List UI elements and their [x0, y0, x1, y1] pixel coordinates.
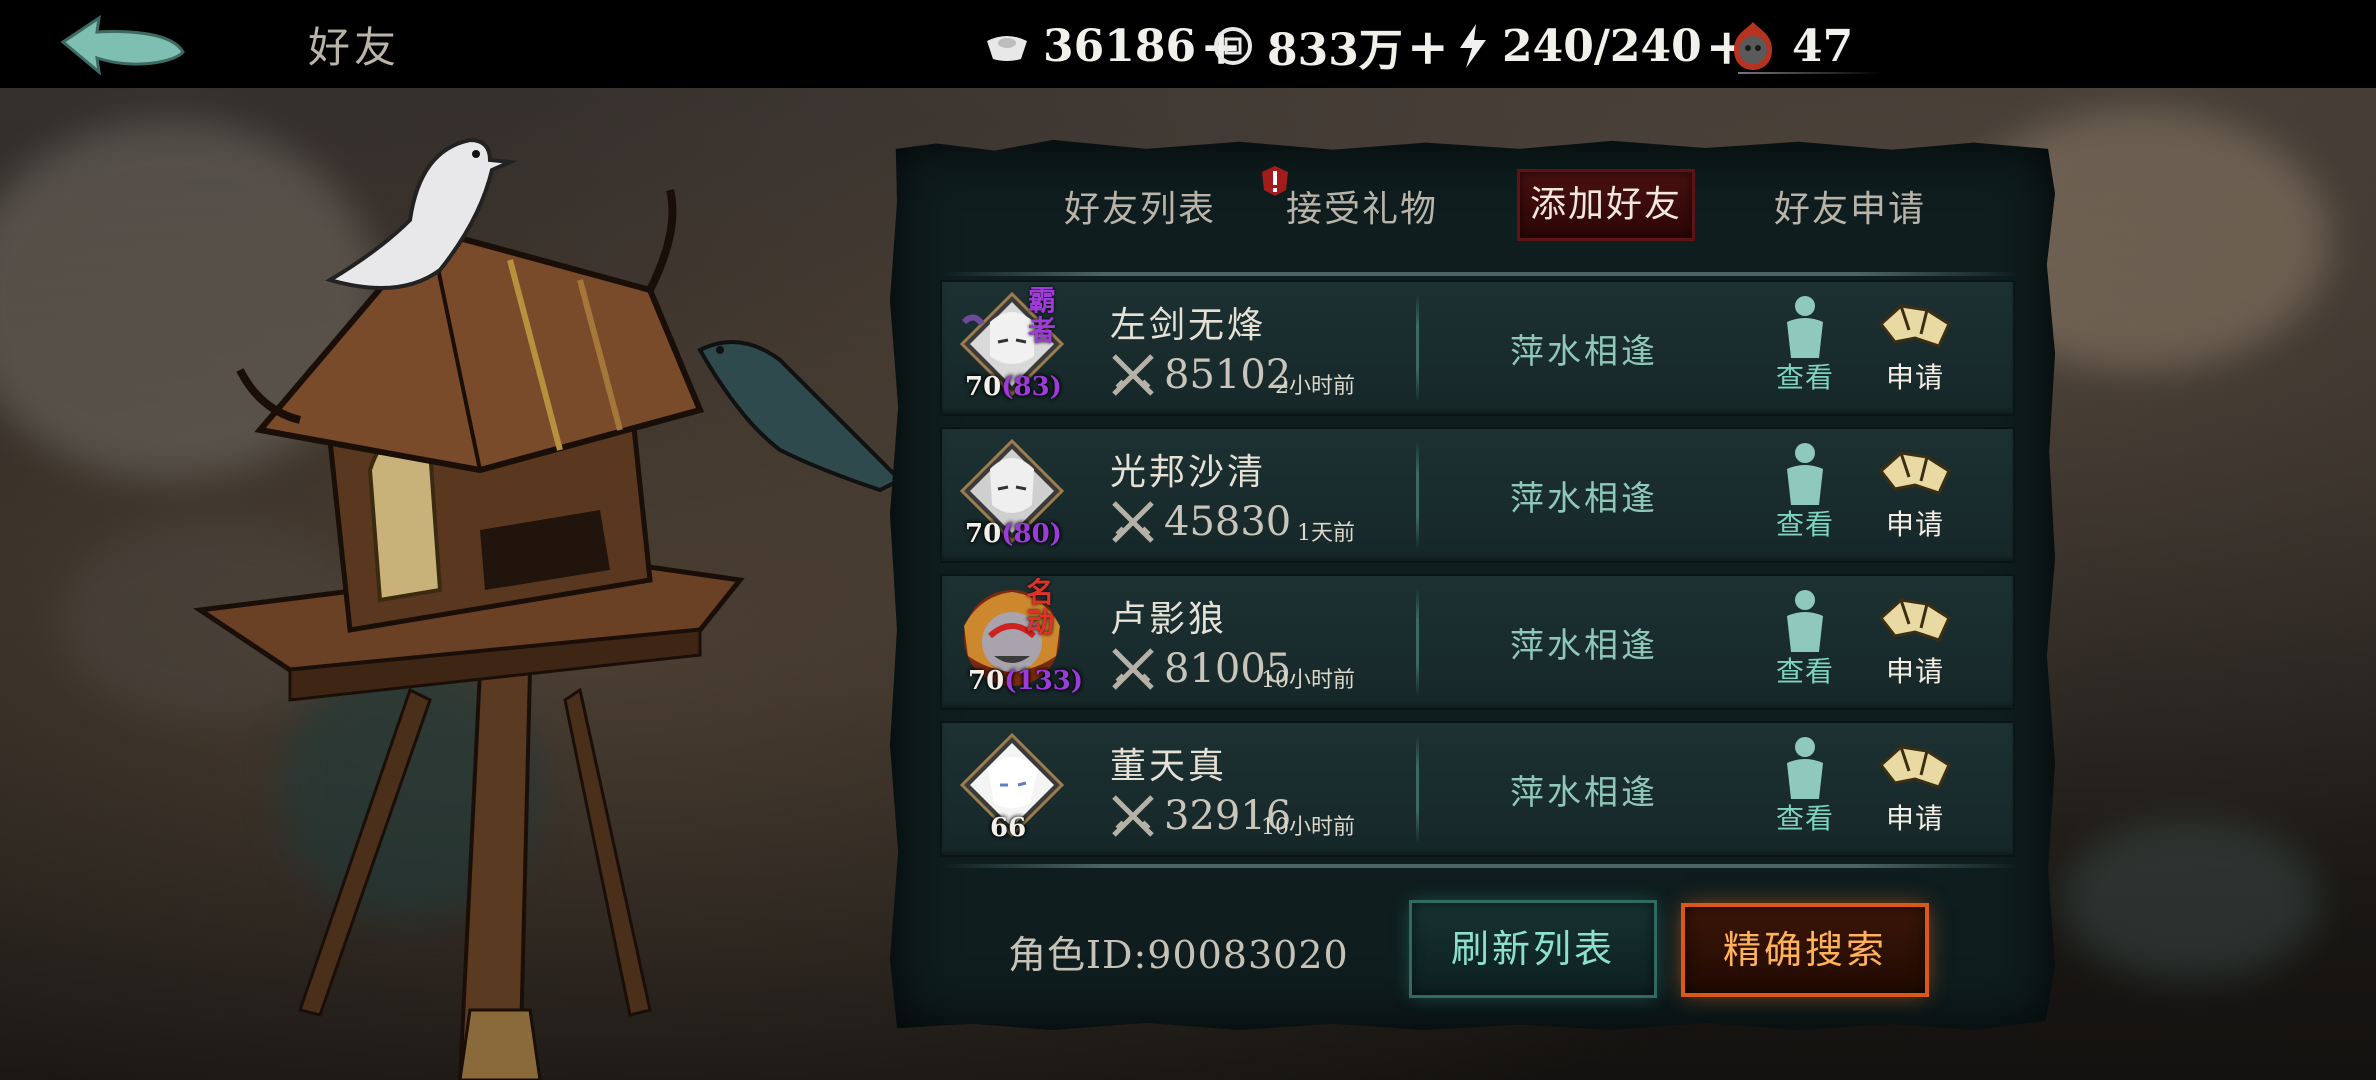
level-value: 70 [965, 372, 1002, 402]
refresh-list-button[interactable]: 刷新列表 [1412, 903, 1654, 995]
silver-ingot-icon [987, 36, 1027, 61]
list-item: 66 董天真 32916 10小时前 萍水相逢 查看 申请 [940, 721, 2015, 857]
stamina-amount: 240/240 [1502, 20, 1702, 72]
stamina-resource: 240/240 + [1458, 17, 1748, 76]
add-coin-button[interactable]: + [1407, 17, 1449, 76]
person-icon [1787, 737, 1823, 799]
token-resource: 47 [1728, 18, 1853, 74]
coin-amount: 833万 [1267, 25, 1403, 76]
last-online: 10小时前 [1261, 668, 1355, 693]
tab-friend-list[interactable]: 好友列表 [1040, 182, 1240, 238]
crossed-swords-icon [1112, 354, 1154, 396]
coin-resource: 833万 + [1213, 17, 1449, 76]
friend-name: 董天真 [1110, 746, 1228, 787]
level-extra: (83) [1001, 372, 1062, 402]
apply-button[interactable]: 申请 [1870, 441, 1960, 551]
apply-label: 申请 [1885, 802, 1944, 835]
handshake-icon [1878, 304, 1951, 348]
friend-name: 光邦沙清 [1110, 452, 1267, 493]
apply-button[interactable]: 申请 [1870, 588, 1960, 698]
divider [1738, 72, 1883, 74]
background-blur [2060, 820, 2320, 980]
handshake-icon [1878, 451, 1951, 495]
view-button[interactable]: 查看 [1760, 735, 1850, 845]
list-item: 名动 70(133) 卢影狼 81005 10小时前 萍水相逢 查看 申请 [940, 574, 2015, 710]
list-divider [940, 864, 2020, 868]
level-value: 66 [990, 813, 1027, 843]
level-value: 70 [968, 666, 1005, 696]
relation-status: 萍水相逢 [1510, 332, 1658, 372]
lightning-icon [1460, 24, 1486, 68]
tab-divider [940, 272, 2020, 276]
title-badge: 霸者 [1028, 284, 1057, 347]
crossed-swords-icon [1112, 648, 1154, 690]
level-label: 70(133) [968, 666, 1083, 696]
level-label: 70(80) [965, 519, 1075, 549]
apply-button[interactable]: 申请 [1870, 294, 1960, 404]
friend-name: 左剑无烽 [1110, 305, 1267, 346]
relation-status: 萍水相逢 [1510, 626, 1658, 666]
person-icon [1787, 443, 1823, 505]
divider [1416, 735, 1419, 843]
handshake-icon [1878, 598, 1951, 642]
birdhouse-illustration [193, 137, 900, 1080]
flame-mask-icon [1734, 22, 1772, 70]
divider [1416, 294, 1419, 402]
handshake-icon [1878, 745, 1951, 789]
divider [1416, 588, 1419, 696]
level-extra: (80) [1001, 519, 1062, 549]
crossed-swords-icon [1112, 501, 1154, 543]
top-bar: 好友 36186 + 833万 + 240/240 + 47 [0, 0, 2376, 88]
view-label: 查看 [1775, 802, 1834, 835]
divider [1416, 441, 1419, 549]
view-label: 查看 [1775, 361, 1834, 394]
relation-status: 萍水相逢 [1510, 773, 1658, 813]
crossed-swords-icon [1112, 795, 1154, 837]
level-label: 66 [990, 813, 1100, 843]
role-id: 角色ID:90083020 [1008, 933, 1349, 977]
page-title: 好友 [308, 23, 401, 72]
apply-label: 申请 [1885, 508, 1944, 541]
apply-label: 申请 [1885, 655, 1944, 688]
friend-name: 卢影狼 [1110, 599, 1228, 640]
title-badge: 名动 [1026, 576, 1055, 639]
view-label: 查看 [1775, 508, 1834, 541]
last-online: 2小时前 [1275, 374, 1355, 399]
tab-add-friend[interactable]: 添加好友 [1520, 172, 1692, 238]
tab-receive-gifts[interactable]: 接受礼物 [1282, 182, 1442, 238]
view-button[interactable]: 查看 [1760, 294, 1850, 404]
apply-button[interactable]: 申请 [1870, 735, 1960, 845]
last-online: 1天前 [1297, 521, 1355, 546]
silver-resource: 36186 + [985, 17, 1242, 76]
combat-power: 45830 [1164, 499, 1292, 545]
last-online: 10小时前 [1261, 815, 1355, 840]
token-amount: 47 [1792, 20, 1854, 72]
view-button[interactable]: 查看 [1760, 441, 1850, 551]
view-label: 查看 [1775, 655, 1834, 688]
combat-power: 85102 [1164, 352, 1292, 398]
list-item: 霸者 70(83) 左剑无烽 85102 2小时前 萍水相逢 查看 申请 [940, 280, 2015, 416]
level-extra: (133) [1004, 666, 1084, 696]
friends-screen: 好友 36186 + 833万 + 240/240 + 47 好友列表 接受礼物… [0, 0, 2376, 1080]
tab-friend-requests[interactable]: 好友申请 [1765, 182, 1935, 238]
view-button[interactable]: 查看 [1760, 588, 1850, 698]
level-label: 70(83) [965, 372, 1075, 402]
exact-search-button[interactable]: 精确搜索 [1685, 907, 1925, 993]
silver-amount: 36186 [1043, 20, 1197, 72]
apply-label: 申请 [1885, 361, 1944, 394]
relation-status: 萍水相逢 [1510, 479, 1658, 519]
list-item: 70(80) 光邦沙清 45830 1天前 萍水相逢 查看 申请 [940, 427, 2015, 563]
coin-icon [1214, 27, 1252, 65]
level-value: 70 [965, 519, 1002, 549]
back-arrow-icon[interactable] [55, 12, 190, 80]
person-icon [1787, 296, 1823, 358]
person-icon [1787, 590, 1823, 652]
